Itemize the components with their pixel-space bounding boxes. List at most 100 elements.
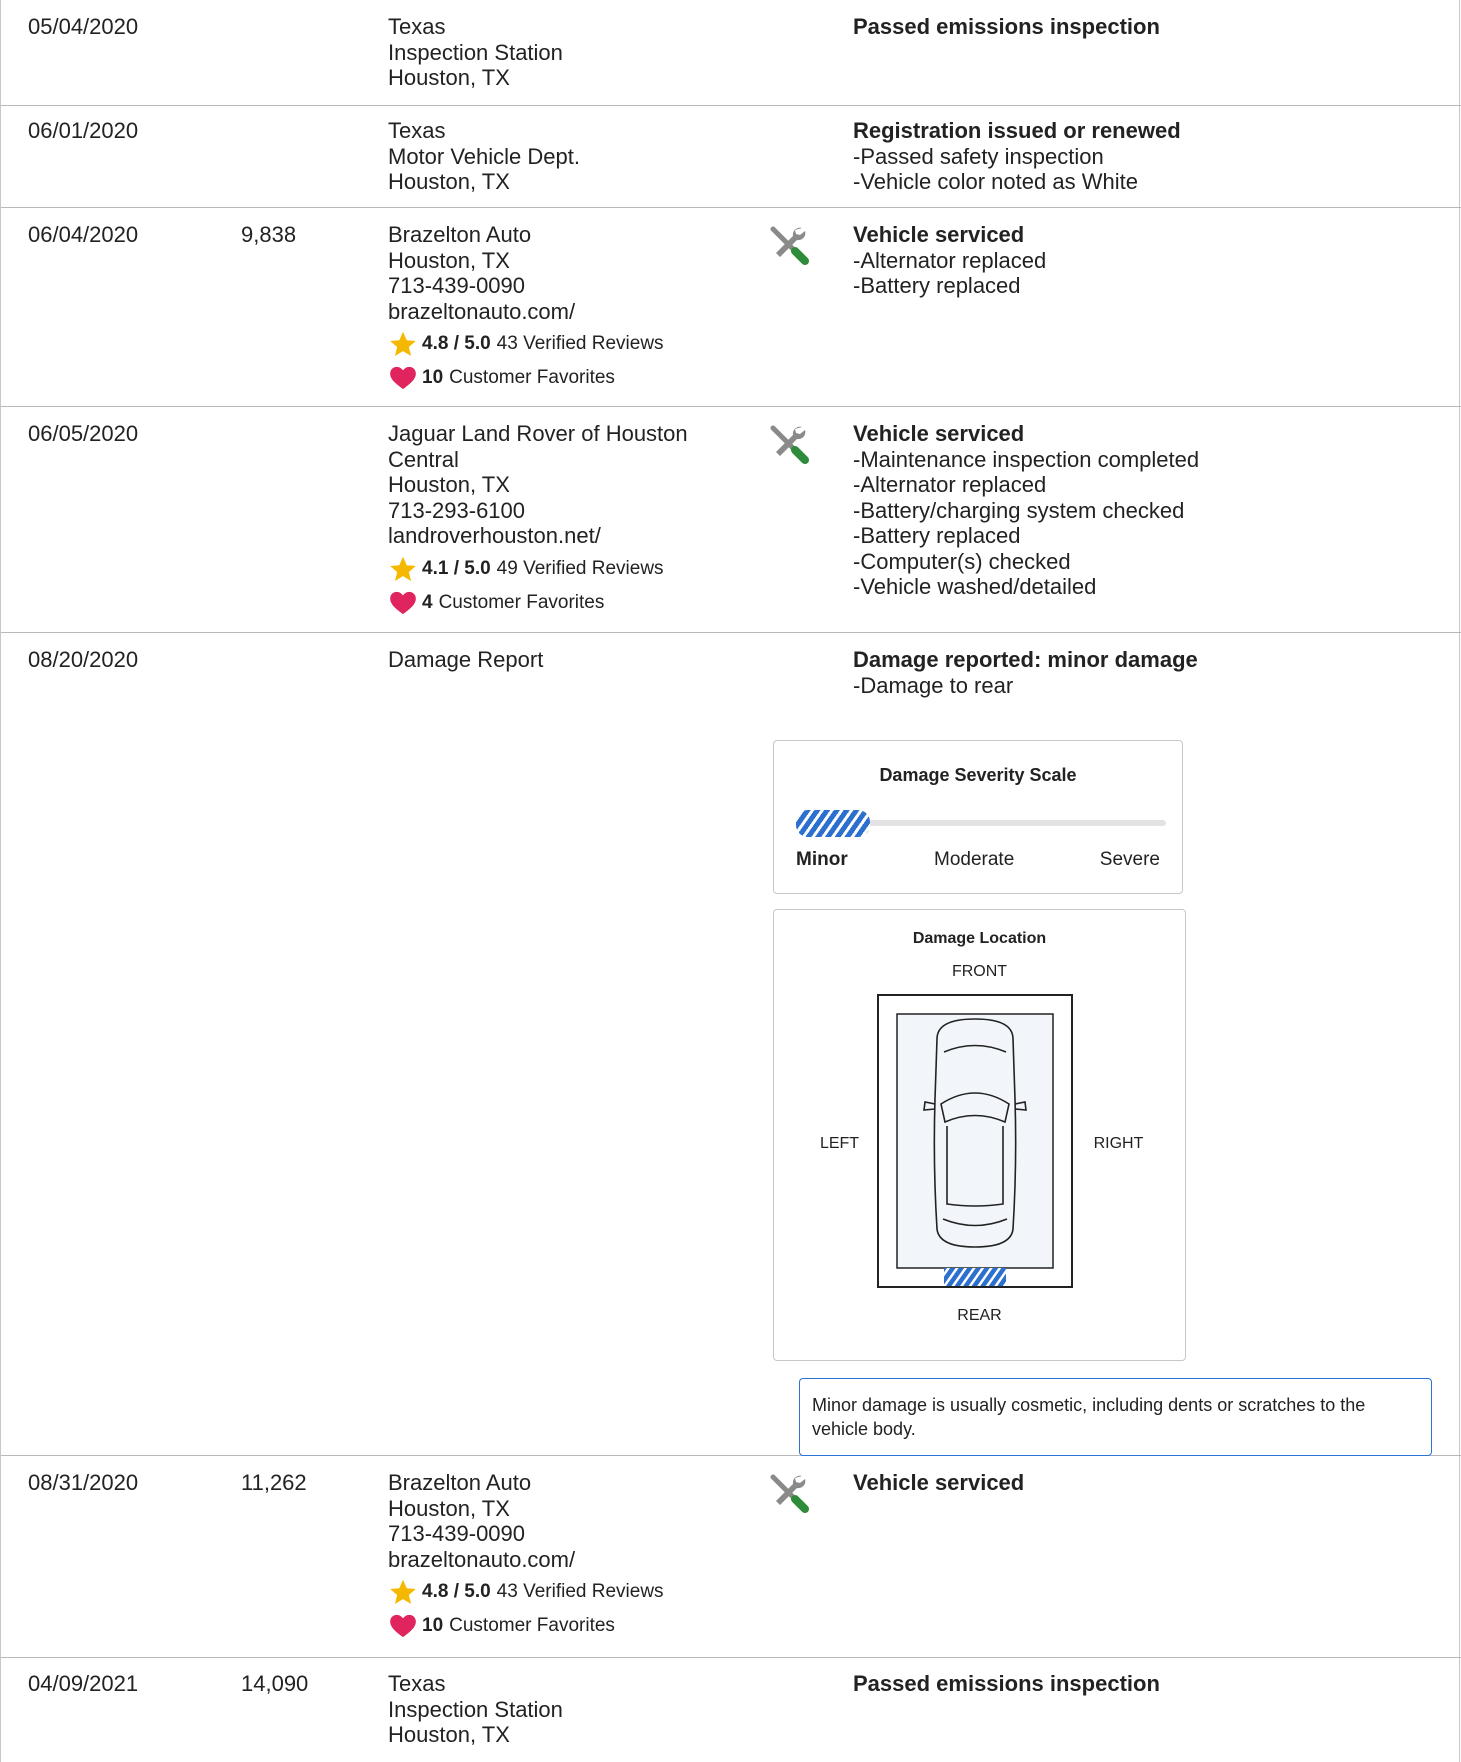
- rating-value: 4.8 / 5.0: [422, 333, 491, 355]
- table-row: 04/09/2021 14,090 Texas Inspection Stati…: [1, 1658, 1461, 1762]
- table-row: 06/05/2020 Jaguar Land Rover of Houston …: [1, 407, 1461, 633]
- phone-link[interactable]: 713-439-0090: [388, 1521, 664, 1547]
- heart-icon: [390, 591, 416, 614]
- shop-name-link[interactable]: Brazelton Auto: [388, 222, 664, 248]
- reviews-link[interactable]: 43 Verified Reviews: [497, 1579, 664, 1605]
- shop-name-link[interactable]: Jaguar Land Rover of Houston: [388, 421, 688, 447]
- detail-item: -Computer(s) checked: [853, 548, 1071, 574]
- event-title: Registration issued or renewed: [853, 118, 1181, 143]
- favorites-count: 10: [422, 367, 444, 389]
- severity-level-severe: Severe: [1099, 849, 1160, 870]
- detail-item: -Battery replaced: [853, 273, 1021, 298]
- favorites-label: Customer Favorites: [449, 367, 615, 389]
- source-line: Texas: [388, 14, 446, 39]
- favorites-label: Customer Favorites: [449, 1615, 615, 1637]
- favorites: 10 Customer Favorites: [388, 1612, 664, 1640]
- rating-value: 4.8 / 5.0: [422, 1581, 491, 1603]
- source-line: Houston, TX: [388, 1495, 510, 1521]
- website-link[interactable]: landroverhouston.net/: [388, 523, 688, 549]
- damage-severity-scale: Damage Severity Scale Minor Moderate Sev…: [773, 740, 1183, 894]
- severity-title: Damage Severity Scale: [879, 765, 1077, 785]
- source-line: Houston, TX: [388, 169, 510, 194]
- table-row: 05/04/2020 Texas Inspection Station Hous…: [1, 0, 1461, 106]
- row-source: Texas Motor Vehicle Dept. Houston, TX: [388, 118, 580, 195]
- detail-item: -Damage to rear: [853, 672, 1014, 698]
- severity-fill: [796, 810, 870, 837]
- row-date: 08/20/2020: [28, 647, 139, 672]
- source-line: Houston, TX: [388, 65, 510, 90]
- table-row: 08/20/2020 Damage Report Damage reported…: [1, 633, 1461, 1456]
- shop-name-link[interactable]: Brazelton Auto: [388, 1470, 664, 1496]
- car-outline-icon: [877, 994, 1073, 1288]
- row-source: Brazelton Auto Houston, TX 713-439-0090 …: [388, 222, 664, 392]
- favorites: 4 Customer Favorites: [388, 589, 688, 617]
- event-title: Vehicle serviced: [853, 421, 1025, 446]
- row-date: 05/04/2020: [28, 14, 139, 39]
- detail-item: -Battery/charging system checked: [853, 497, 1185, 523]
- damage-location-diagram: Damage Location FRONT REAR LEFT RIGHT: [773, 909, 1186, 1361]
- favorites-count: 10: [422, 1615, 444, 1637]
- detail-item: -Vehicle color noted as White: [853, 169, 1138, 194]
- source-line: Houston, TX: [388, 472, 510, 497]
- event-title: Vehicle serviced: [853, 222, 1025, 247]
- wrench-screwdriver-icon: [768, 223, 810, 271]
- row-date: 06/05/2020: [28, 421, 139, 446]
- heart-icon: [390, 1614, 416, 1638]
- history-table: 05/04/2020 Texas Inspection Station Hous…: [0, 0, 1461, 1762]
- wrench-screwdriver-icon: [768, 422, 810, 470]
- favorites: 10 Customer Favorites: [388, 364, 664, 392]
- reviews-link[interactable]: 43 Verified Reviews: [497, 331, 664, 357]
- severity-level-moderate: Moderate: [934, 849, 1015, 870]
- row-source: Jaguar Land Rover of Houston Central Hou…: [388, 421, 688, 617]
- row-details: Vehicle serviced -Alternator replaced -B…: [853, 222, 1046, 299]
- source-line: Texas: [388, 1671, 446, 1696]
- row-date: 04/09/2021: [28, 1671, 139, 1696]
- row-odometer: 14,090: [241, 1671, 309, 1696]
- row-details: Passed emissions inspection: [853, 14, 1160, 40]
- reviews-link[interactable]: 49 Verified Reviews: [497, 556, 664, 582]
- event-title: Damage reported: minor damage: [853, 647, 1198, 672]
- row-odometer: 11,262: [241, 1470, 307, 1495]
- detail-item: -Alternator replaced: [853, 247, 1047, 273]
- detail-item: -Passed safety inspection: [853, 143, 1104, 169]
- source-line: Inspection Station: [388, 39, 563, 65]
- row-details: Passed emissions inspection: [853, 1671, 1160, 1697]
- website-link[interactable]: brazeltonauto.com/: [388, 1547, 664, 1573]
- detail-item: -Battery replaced: [853, 523, 1021, 548]
- event-title: Passed emissions inspection: [853, 1671, 1160, 1696]
- row-date: 06/04/2020: [28, 222, 139, 247]
- row-source: Texas Inspection Station Houston, TX: [388, 1671, 563, 1748]
- source-line: Central: [388, 446, 459, 472]
- row-source: Brazelton Auto Houston, TX 713-439-0090 …: [388, 1470, 664, 1640]
- location-title: Damage Location: [912, 930, 1047, 947]
- star-icon: [390, 331, 416, 357]
- star-icon: [390, 556, 416, 581]
- row-details: Vehicle serviced: [853, 1470, 1024, 1496]
- row-details: Registration issued or renewed -Passed s…: [853, 118, 1181, 195]
- table-row: 06/04/2020 9,838 Brazelton Auto Houston,…: [1, 208, 1461, 407]
- row-odometer: 9,838: [241, 222, 297, 247]
- event-title: Vehicle serviced: [853, 1470, 1025, 1495]
- row-source: Texas Inspection Station Houston, TX: [388, 14, 563, 91]
- location-front-label: FRONT: [951, 963, 1008, 980]
- website-link[interactable]: brazeltonauto.com/: [388, 299, 664, 325]
- phone-link[interactable]: 713-293-6100: [388, 498, 688, 524]
- detail-item: -Maintenance inspection completed: [853, 446, 1200, 472]
- detail-item: -Vehicle washed/detailed: [853, 574, 1097, 599]
- source-line: Texas: [388, 118, 446, 143]
- wrench-screwdriver-icon: [768, 1471, 810, 1519]
- source-line: Houston, TX: [388, 247, 510, 273]
- table-row: 08/31/2020 11,262 Brazelton Auto Houston…: [1, 1456, 1461, 1658]
- source-line: Houston, TX: [388, 1722, 510, 1747]
- row-date: 08/31/2020: [28, 1470, 139, 1495]
- detail-item: -Alternator replaced: [853, 472, 1047, 497]
- table-row: 06/01/2020 Texas Motor Vehicle Dept. Hou…: [1, 106, 1461, 208]
- event-title: Passed emissions inspection: [853, 14, 1160, 39]
- location-rear-label: REAR: [957, 1307, 1002, 1324]
- source-line: Motor Vehicle Dept.: [388, 143, 580, 169]
- phone-link[interactable]: 713-439-0090: [388, 273, 664, 299]
- favorites-count: 4: [422, 591, 433, 613]
- row-details: Damage reported: minor damage -Damage to…: [853, 647, 1198, 698]
- star-icon: [390, 1579, 416, 1605]
- severity-level-minor: Minor: [796, 849, 848, 870]
